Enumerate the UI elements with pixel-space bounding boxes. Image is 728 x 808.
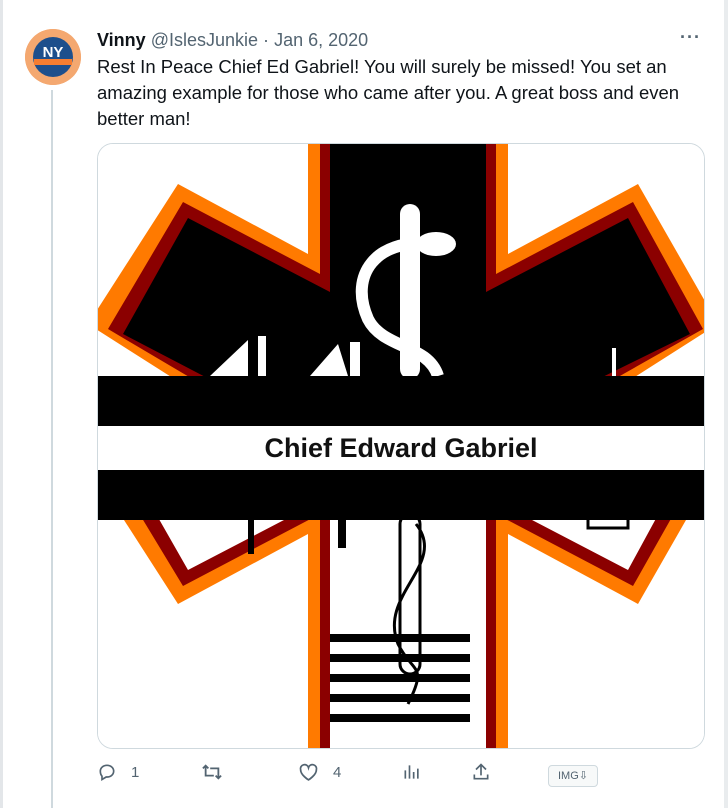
- header-separator: ·: [263, 30, 270, 50]
- memorial-band-bottom: [98, 470, 704, 520]
- frame-border-left: [0, 0, 3, 808]
- frame-border-right: [724, 0, 728, 808]
- like-count: 4: [333, 763, 342, 781]
- like-button[interactable]: 4: [298, 762, 341, 782]
- tweet-media[interactable]: Chief Edward Gabriel: [97, 143, 705, 749]
- avatar-text: NY: [43, 44, 64, 61]
- retweet-button[interactable]: [201, 762, 237, 782]
- reply-icon: [99, 764, 115, 781]
- author-name[interactable]: Vinny: [97, 30, 146, 50]
- image-download-badge[interactable]: IMG⇩: [548, 765, 598, 787]
- memorial-caption: Chief Edward Gabriel: [264, 433, 537, 463]
- star-of-life-image: Chief Edward Gabriel: [98, 144, 704, 748]
- share-button[interactable]: [471, 762, 491, 782]
- retweet-icon: [202, 764, 222, 780]
- reply-count: 1: [131, 763, 140, 781]
- author-handle[interactable]: @IslesJunkie: [151, 30, 258, 50]
- avatar[interactable]: NY: [25, 29, 81, 85]
- tweet-date[interactable]: Jan 6, 2020: [274, 30, 368, 50]
- tweet-text: Rest In Peace Chief Ed Gabriel! You will…: [97, 56, 680, 129]
- reply-button[interactable]: 1: [97, 762, 139, 782]
- more-options-icon[interactable]: ···: [680, 27, 701, 48]
- views-button[interactable]: [402, 762, 422, 782]
- heart-icon: [299, 763, 318, 781]
- tweet-header: Vinny @IslesJunkie · Jan 6, 2020: [97, 29, 368, 51]
- share-icon: [473, 763, 489, 780]
- islanders-logo-icon: NY: [25, 29, 81, 85]
- analytics-icon: [404, 765, 419, 779]
- memorial-band-top: [98, 376, 704, 426]
- thread-line: [51, 90, 53, 808]
- tweet-actions: 1 4: [97, 762, 617, 790]
